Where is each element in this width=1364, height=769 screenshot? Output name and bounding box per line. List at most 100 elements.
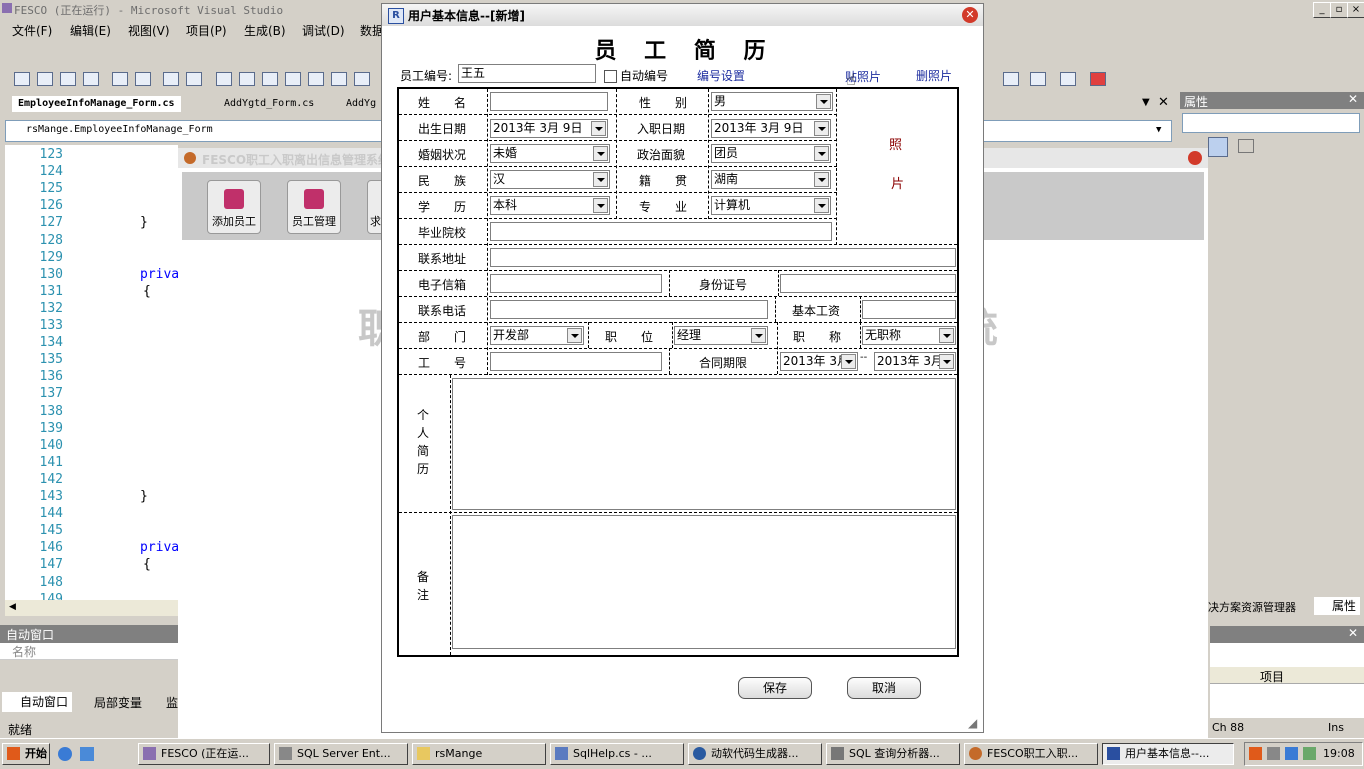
tab-solution-explorer[interactable]: 决方案资源管理器: [1208, 599, 1296, 615]
taskbar-item-active[interactable]: 用户基本信息--...: [1102, 743, 1234, 765]
birth-date-picker[interactable]: 2013年 3月 9日: [490, 119, 608, 138]
restore-button[interactable]: ▫: [1330, 2, 1348, 18]
number-settings-link[interactable]: 编号设置: [697, 67, 745, 84]
contract-end-picker[interactable]: 2013年 3月: [874, 352, 956, 371]
chevron-down-icon[interactable]: [814, 198, 829, 213]
close-button[interactable]: ×: [1347, 2, 1364, 18]
toolbar-icon[interactable]: [354, 72, 370, 86]
close-icon[interactable]: [1188, 151, 1202, 165]
toolbar-icon[interactable]: [285, 72, 301, 86]
property-pages-icon[interactable]: [1238, 139, 1254, 153]
education-select[interactable]: 本科: [490, 196, 610, 215]
hire-date-picker[interactable]: 2013年 3月 9日: [711, 119, 831, 138]
tray-icon[interactable]: [1267, 747, 1280, 760]
toolbar-icon[interactable]: [216, 72, 232, 86]
taskbar-item[interactable]: SQL 查询分析器...: [826, 743, 960, 765]
delete-photo-link[interactable]: 删照片: [916, 67, 952, 84]
contract-start-picker[interactable]: 2013年 3月: [780, 352, 858, 371]
salary-input[interactable]: [862, 300, 956, 319]
taskbar-item[interactable]: 动软代码生成器...: [688, 743, 822, 765]
resize-grip-icon[interactable]: ◢: [968, 716, 977, 730]
employee-management-button[interactable]: 员工管理: [287, 180, 341, 234]
quick-launch-icon[interactable]: [80, 747, 94, 761]
chevron-down-icon[interactable]: [591, 121, 606, 136]
sort-az-icon[interactable]: [1208, 137, 1228, 157]
resume-textarea[interactable]: [452, 378, 956, 510]
political-select[interactable]: 团员: [711, 144, 831, 163]
chevron-down-icon[interactable]: [816, 94, 831, 109]
toolbar-icon[interactable]: [112, 72, 128, 86]
tab-locals[interactable]: 局部变量: [76, 694, 142, 711]
name-input[interactable]: [490, 92, 608, 111]
chevron-down-icon[interactable]: [841, 354, 856, 369]
job-title-select[interactable]: 无职称: [862, 326, 956, 345]
toolbar-icon[interactable]: [60, 72, 76, 86]
auto-number-checkbox[interactable]: [604, 70, 617, 83]
chevron-down-icon[interactable]: ▼: [1156, 125, 1161, 135]
marital-select[interactable]: 未婚: [490, 144, 610, 163]
tray-icon[interactable]: [1303, 747, 1316, 760]
toolbar-icon[interactable]: [186, 72, 202, 86]
minimize-button[interactable]: _: [1313, 2, 1331, 18]
taskbar-item[interactable]: rsMange: [412, 743, 546, 765]
tab-add-ygtd[interactable]: AddYgtd_Form.cs: [218, 96, 320, 112]
chevron-down-icon[interactable]: [751, 328, 766, 343]
work-number-input[interactable]: [490, 352, 662, 371]
toolbar-icon[interactable]: [1060, 72, 1076, 86]
chevron-down-icon[interactable]: [567, 328, 582, 343]
close-icon[interactable]: ✕: [1348, 626, 1358, 640]
toolbar-icon[interactable]: [262, 72, 278, 86]
address-input[interactable]: [490, 248, 956, 267]
tray-icon[interactable]: [1285, 747, 1298, 760]
tab-close-icon[interactable]: ✕: [1158, 95, 1169, 110]
department-select[interactable]: 开发部: [490, 326, 584, 345]
email-input[interactable]: [490, 274, 662, 293]
tab-dropdown-icon[interactable]: ▼: [1142, 97, 1150, 108]
chevron-down-icon[interactable]: [593, 172, 608, 187]
taskbar-item[interactable]: FESCO职工入职...: [964, 743, 1098, 765]
position-select[interactable]: 经理: [674, 326, 768, 345]
menu-debug[interactable]: 调试(D): [302, 22, 345, 39]
save-button[interactable]: 保存: [738, 677, 812, 699]
chevron-down-icon[interactable]: [814, 172, 829, 187]
chevron-down-icon[interactable]: [939, 354, 954, 369]
taskbar-item[interactable]: SqlHelp.cs - ...: [550, 743, 684, 765]
menu-edit[interactable]: 编辑(E): [70, 22, 111, 39]
menu-file[interactable]: 文件(F): [12, 22, 52, 39]
tab-add-yg[interactable]: AddYg: [340, 96, 382, 112]
menu-project[interactable]: 项目(P): [186, 22, 227, 39]
toolbar-icon[interactable]: [37, 72, 53, 86]
toolbar-icon[interactable]: [308, 72, 324, 86]
gender-select[interactable]: 男: [711, 92, 833, 111]
chevron-down-icon[interactable]: [814, 121, 829, 136]
properties-object-combo[interactable]: [1182, 113, 1360, 133]
toolbar-icon[interactable]: [1030, 72, 1046, 86]
horizontal-scrollbar[interactable]: ◀: [5, 600, 178, 616]
menu-view[interactable]: 视图(V): [128, 22, 170, 39]
chevron-down-icon[interactable]: [593, 198, 608, 213]
tray-icon[interactable]: [1249, 747, 1262, 760]
ie-icon[interactable]: [58, 747, 72, 761]
add-employee-button[interactable]: 添加员工: [207, 180, 261, 234]
phone-input[interactable]: [490, 300, 768, 319]
chevron-down-icon[interactable]: [814, 146, 829, 161]
tab-employee-info-manage[interactable]: EmployeeInfoManage_Form.cs: [12, 96, 181, 112]
cancel-button[interactable]: 取消: [847, 677, 921, 699]
origin-select[interactable]: 湖南: [711, 170, 831, 189]
toolbar-icon[interactable]: [83, 72, 99, 86]
employee-no-input[interactable]: 王五: [458, 64, 596, 83]
id-number-input[interactable]: [780, 274, 956, 293]
toolbar-icon[interactable]: [14, 72, 30, 86]
toolbar-icon[interactable]: [1003, 72, 1019, 86]
ethnicity-select[interactable]: 汉: [490, 170, 610, 189]
chevron-down-icon[interactable]: [593, 146, 608, 161]
school-input[interactable]: [490, 222, 832, 241]
toolbar-icon[interactable]: [331, 72, 347, 86]
chevron-down-icon[interactable]: [939, 328, 954, 343]
taskbar-item[interactable]: SQL Server Ent...: [274, 743, 408, 765]
dialog-close-button[interactable]: ✕: [962, 7, 978, 23]
tab-properties[interactable]: 属性: [1314, 597, 1361, 615]
tab-autos[interactable]: 自动窗口: [2, 692, 73, 712]
toolbar-icon[interactable]: [1090, 72, 1106, 86]
major-select[interactable]: 计算机: [711, 196, 831, 215]
